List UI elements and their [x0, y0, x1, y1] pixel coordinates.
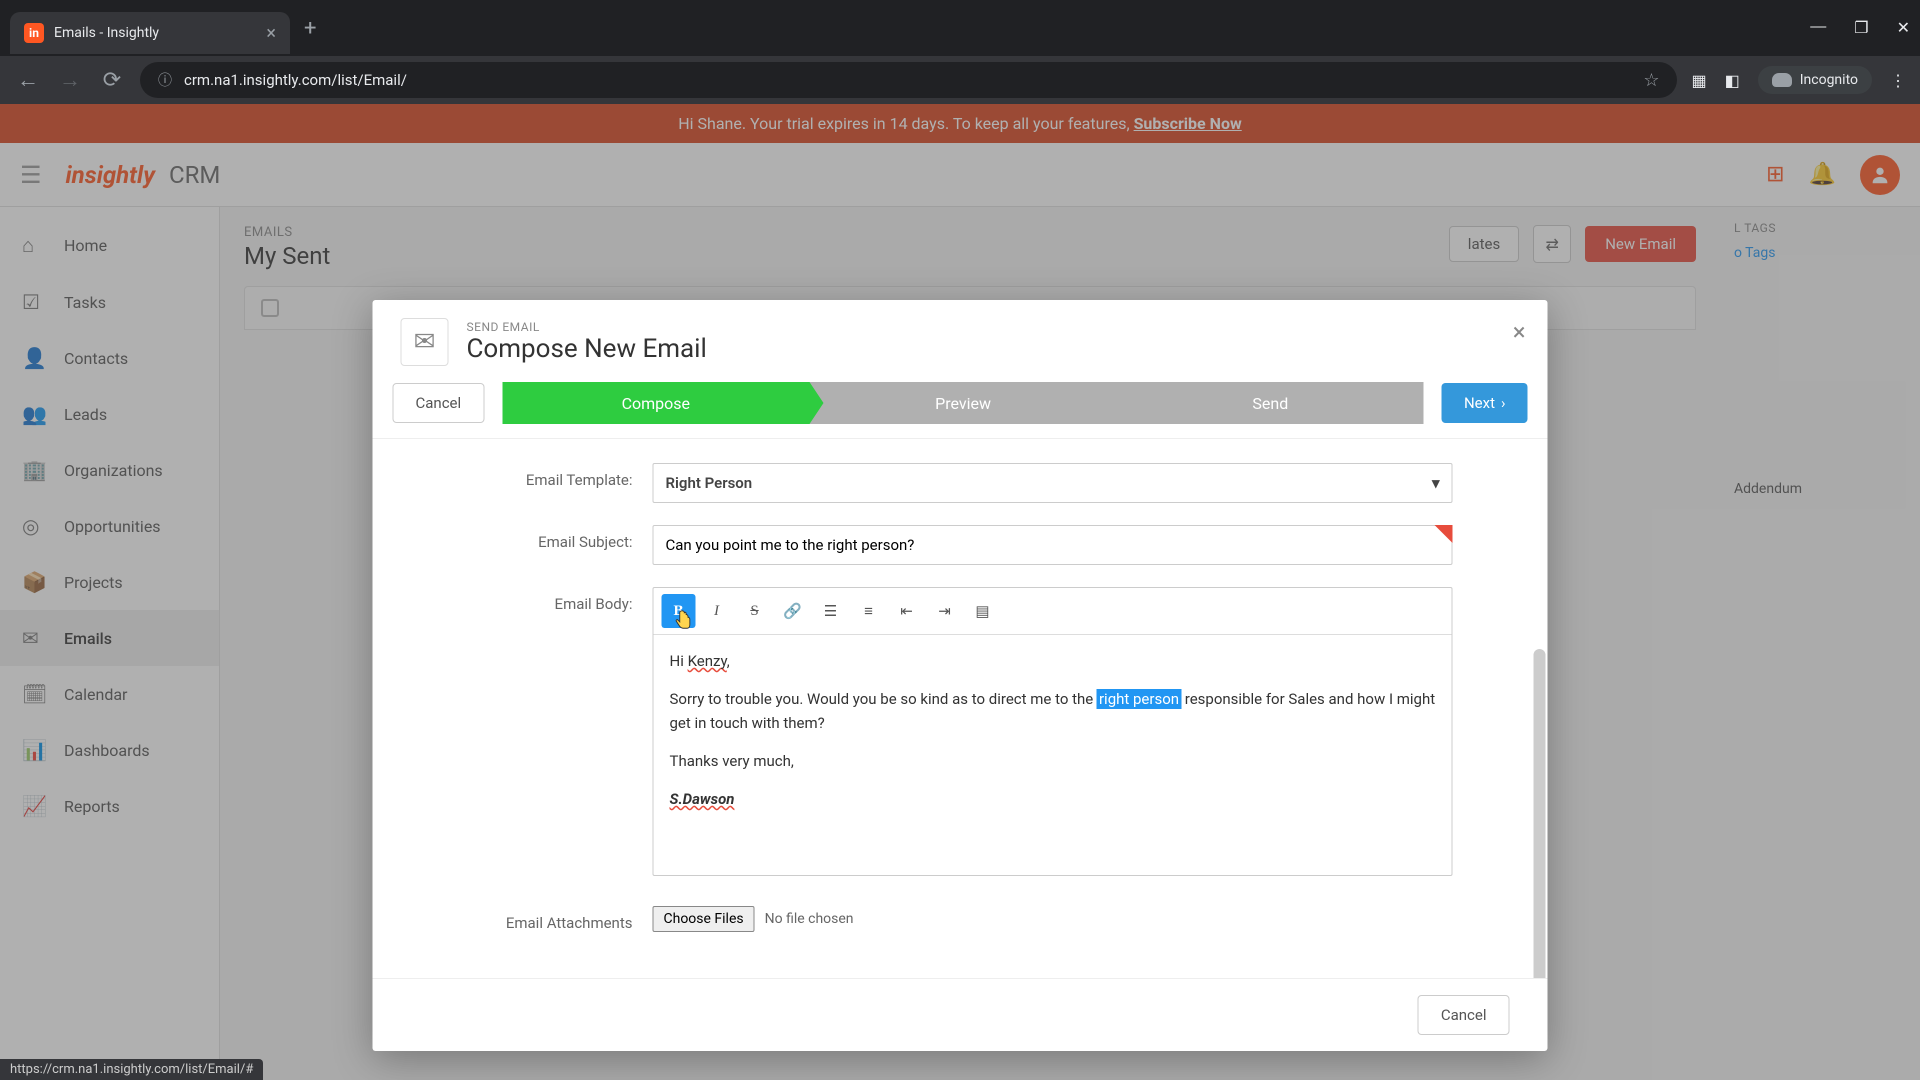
favicon: in	[24, 23, 44, 43]
editor-content[interactable]: Hi Kenzy, Sorry to trouble you. Would yo…	[654, 635, 1452, 875]
browser-status-bar: https://crm.na1.insightly.com/list/Email…	[0, 1059, 263, 1080]
modal-close-icon[interactable]: ×	[1513, 318, 1526, 346]
indent-button[interactable]: ⇥	[928, 594, 962, 628]
strikethrough-button[interactable]: S	[738, 594, 772, 628]
extensions-icon[interactable]: ▦	[1691, 71, 1706, 90]
greeting-name: Kenzy	[688, 652, 727, 670]
forward-button[interactable]: →	[56, 67, 84, 93]
modal-title: Compose New Email	[467, 334, 707, 364]
required-indicator	[1435, 525, 1453, 543]
subject-input[interactable]	[653, 525, 1453, 565]
maximize-button[interactable]: ❐	[1854, 18, 1868, 38]
tab-title: Emails - Insightly	[54, 25, 256, 41]
template-label: Email Template:	[393, 463, 653, 489]
next-button[interactable]: Next ›	[1442, 383, 1528, 423]
browser-tab[interactable]: in Emails - Insightly ×	[10, 12, 290, 54]
browser-toolbar: ← → ⟳ ⓘ crm.na1.insightly.com/list/Email…	[0, 56, 1920, 104]
numbered-list-button[interactable]: ≡	[852, 594, 886, 628]
site-info-icon[interactable]: ⓘ	[158, 70, 172, 90]
subject-label: Email Subject:	[393, 525, 653, 551]
window-controls: — ❐ ✕	[1810, 18, 1910, 38]
email-icon: ✉	[401, 318, 449, 366]
side-panel-icon[interactable]: ◧	[1725, 71, 1740, 90]
signature: S.Dawson	[670, 790, 735, 808]
incognito-icon	[1772, 73, 1792, 87]
body-label: Email Body:	[393, 587, 653, 613]
template-value: Right Person	[666, 474, 753, 492]
file-status: No file chosen	[765, 911, 854, 927]
modal-scrollbar[interactable]	[1534, 649, 1546, 979]
selected-text: right person	[1097, 689, 1181, 709]
browser-menu-icon[interactable]: ⋮	[1890, 71, 1906, 90]
thanks-line: Thanks very much,	[670, 749, 1436, 773]
back-button[interactable]: ←	[14, 67, 42, 93]
template-select[interactable]: Right Person ▾	[653, 463, 1453, 503]
bold-button[interactable]: B	[662, 594, 696, 628]
bookmark-icon[interactable]: ☆	[1643, 70, 1659, 91]
minimize-button[interactable]: —	[1810, 18, 1826, 38]
modal-pre-title: SEND EMAIL	[467, 320, 707, 334]
incognito-label: Incognito	[1800, 72, 1858, 88]
attachments-label: Email Attachments	[393, 906, 653, 932]
italic-button[interactable]: I	[700, 594, 734, 628]
bullet-list-button[interactable]: ☰	[814, 594, 848, 628]
outdent-button[interactable]: ⇤	[890, 594, 924, 628]
close-window-button[interactable]: ✕	[1897, 18, 1910, 38]
step-compose[interactable]: Compose	[502, 382, 809, 424]
dropdown-icon: ▾	[1432, 474, 1440, 492]
email-body-editor: B I S 🔗 ☰ ≡ ⇤ ⇥ ▤	[653, 587, 1453, 876]
quote-button[interactable]: ▤	[966, 594, 1000, 628]
compose-email-modal: ✉ SEND EMAIL Compose New Email × Cancel …	[373, 300, 1548, 1051]
next-label: Next	[1464, 394, 1495, 412]
reload-button[interactable]: ⟳	[98, 68, 126, 93]
step-bar: Compose Preview Send	[502, 382, 1424, 424]
step-send[interactable]: Send	[1117, 382, 1424, 424]
incognito-badge[interactable]: Incognito	[1758, 66, 1872, 94]
cancel-button[interactable]: Cancel	[393, 383, 485, 423]
chevron-right-icon: ›	[1501, 394, 1506, 412]
link-button[interactable]: 🔗	[776, 594, 810, 628]
step-preview[interactable]: Preview	[809, 382, 1116, 424]
choose-files-button[interactable]: Choose Files	[653, 906, 755, 932]
editor-toolbar: B I S 🔗 ☰ ≡ ⇤ ⇥ ▤	[654, 588, 1452, 635]
url-text: crm.na1.insightly.com/list/Email/	[184, 71, 1631, 89]
tab-close-icon[interactable]: ×	[266, 23, 276, 44]
address-bar[interactable]: ⓘ crm.na1.insightly.com/list/Email/ ☆	[140, 62, 1677, 98]
browser-tab-strip: in Emails - Insightly × + — ❐ ✕	[0, 0, 1920, 56]
new-tab-button[interactable]: +	[304, 16, 316, 41]
footer-cancel-button[interactable]: Cancel	[1418, 995, 1510, 1035]
